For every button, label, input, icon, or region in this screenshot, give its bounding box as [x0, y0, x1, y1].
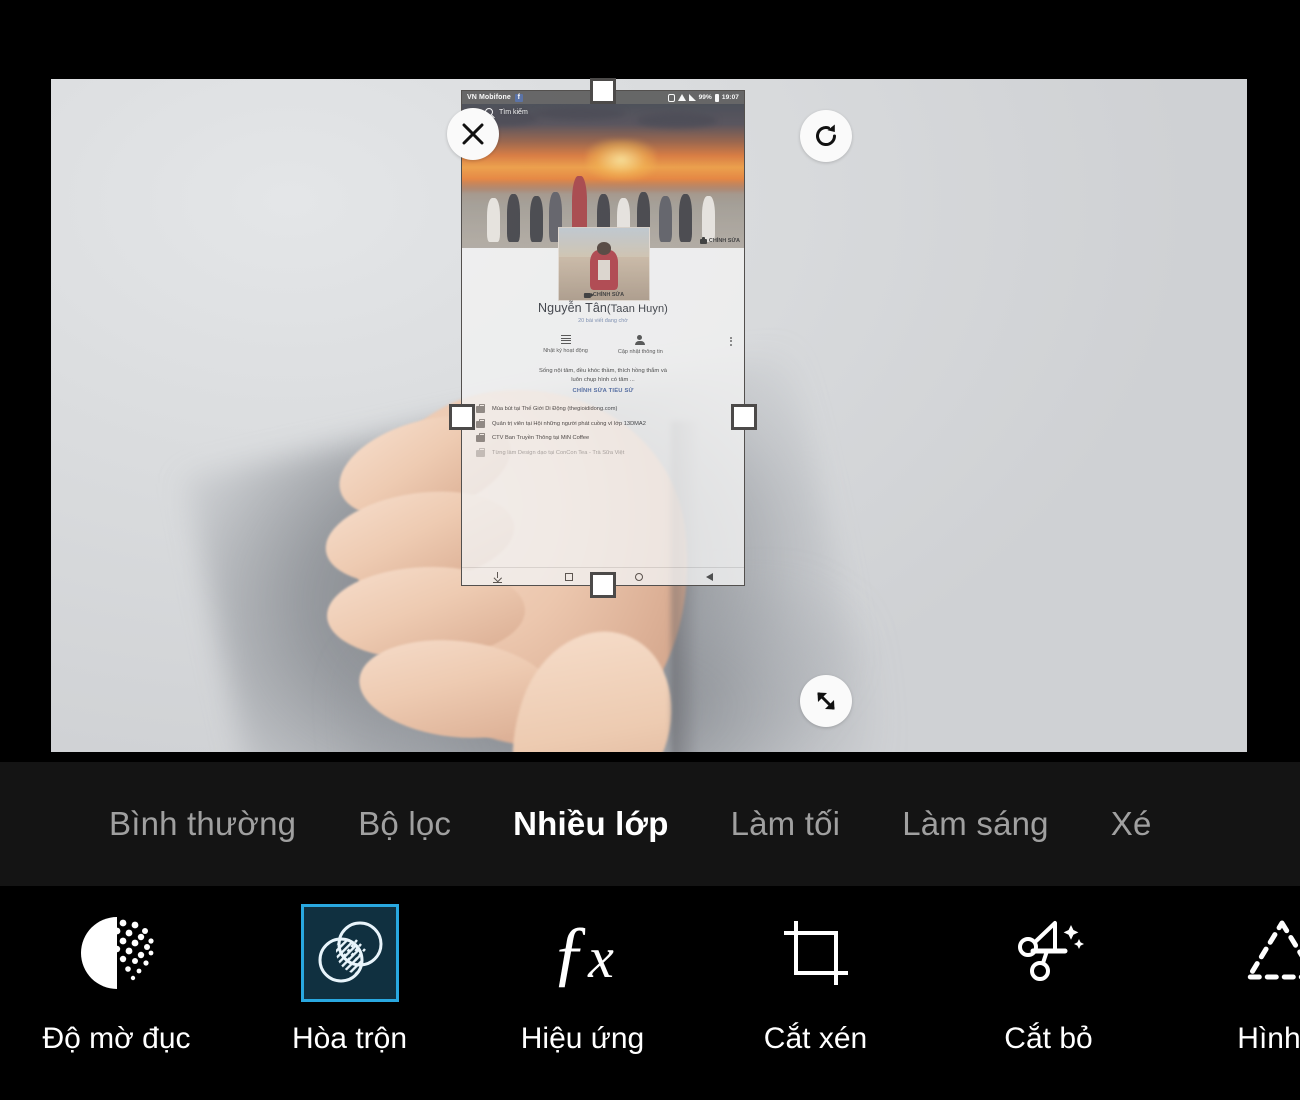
close-icon: [462, 123, 484, 145]
tool-label: Độ mờ đục: [42, 1022, 191, 1055]
battery-percent: 99%: [698, 94, 712, 101]
rotate-icon: [816, 124, 837, 146]
circle-icon[interactable]: [635, 572, 644, 581]
activity-log-button[interactable]: Nhật ký hoạt động: [543, 335, 588, 354]
opacity-dots-icon: [80, 917, 154, 989]
resize-layer-button[interactable]: [800, 675, 852, 727]
briefcase-icon: [476, 403, 485, 413]
tool-label: Cắt xén: [763, 1022, 868, 1055]
profile-name-row: Nguyễn Tân(Taan Huyn): [462, 301, 744, 315]
crop-icon: [783, 921, 848, 985]
tool-label: Hòa trộn: [291, 1022, 408, 1055]
briefcase-icon: [476, 447, 485, 457]
briefcase-icon: [476, 418, 485, 428]
carrier-label: VN Mobifone: [467, 94, 511, 101]
profile-info-list: Múa bút tại Thế Giới Di Động (thegioidid…: [462, 403, 744, 458]
activity-log-icon: [560, 335, 571, 344]
tool-cat-xen[interactable]: Cắt xén: [699, 886, 932, 1056]
tool-hieu-ung[interactable]: ƒx Hiệu ứng: [466, 886, 699, 1056]
close-layer-button[interactable]: [447, 108, 499, 160]
download-icon[interactable]: [493, 572, 503, 583]
profile-name: Nguyễn Tân: [538, 301, 607, 315]
tab-lam-toi[interactable]: Làm tối: [700, 805, 872, 843]
list-item[interactable]: Quản trị viên tại Hội những người phát c…: [476, 418, 730, 429]
square-icon[interactable]: [564, 572, 573, 581]
bio-line-1: Sống nội tâm, đều khóc thầm, thích hồng …: [539, 368, 667, 374]
tool-hinh-dang[interactable]: Hình d: [1165, 886, 1300, 1056]
rotate-layer-button[interactable]: [800, 110, 852, 162]
info-row-text: Múa bút tại Thế Giới Di Động (thegioidid…: [492, 405, 618, 412]
info-row-text: Từng làm Design dạo tại ConCon Tea - Trà…: [492, 449, 625, 456]
editor-tool-bar[interactable]: Độ mờ đục Hòa trộn ƒx Hiệu ứng Cắt xén C…: [0, 886, 1300, 1100]
activity-log-label: Nhật ký hoạt động: [543, 348, 588, 354]
battery-icon: [714, 93, 719, 102]
tool-do-mo-duc[interactable]: Độ mờ đục: [0, 886, 233, 1056]
tool-label: Hiệu ứng: [520, 1022, 645, 1055]
profile-subtitle[interactable]: 20 bài viết đang chờ: [462, 318, 744, 324]
dashed-triangle-icon: [1246, 920, 1300, 980]
list-item[interactable]: Múa bút tại Thế Giới Di Động (thegioidid…: [476, 403, 730, 414]
photo-canvas[interactable]: VN Mobifone f 99% 19:07 CHỈNH SỬA Tìm ki…: [51, 79, 1247, 752]
fx-icon: ƒx: [551, 911, 614, 994]
info-row-text: Quản trị viên tại Hội những người phát c…: [492, 420, 646, 427]
profile-nickname: (Taan Huyn): [606, 303, 668, 315]
signal-icon: [688, 94, 696, 101]
tab-nhieu-lop[interactable]: Nhiều lớp: [482, 805, 699, 843]
blend-mode-tab-strip[interactable]: Bình thường Bộ lọc Nhiều lớp Làm tối Làm…: [0, 762, 1300, 886]
editor-canvas-area: VN Mobifone f 99% 19:07 CHỈNH SỬA Tìm ki…: [0, 0, 1300, 762]
tab-bo-loc[interactable]: Bộ lọc: [327, 805, 482, 843]
android-nav-bar: [462, 567, 744, 585]
back-triangle-icon[interactable]: [705, 572, 713, 581]
info-row-text: CTV Ban Truyền Thông tại MiN Coffee: [492, 435, 590, 442]
bio-line-2: luôn chụp hình có tâm ...: [571, 376, 635, 383]
briefcase-icon: [476, 433, 485, 443]
tool-label: Hình d: [1237, 1022, 1300, 1055]
tool-label: Cắt bỏ: [1004, 1022, 1093, 1055]
update-info-label: Cập nhật thông tin: [617, 349, 663, 355]
scissors-icon: [1017, 921, 1084, 981]
tab-binh-thuong[interactable]: Bình thường: [78, 805, 327, 843]
update-info-button[interactable]: Cập nhật thông tin: [618, 335, 663, 355]
tab-lam-sang[interactable]: Làm sáng: [871, 805, 1080, 843]
pasted-layer[interactable]: VN Mobifone f 99% 19:07 CHỈNH SỬA Tìm ki…: [461, 90, 745, 586]
tool-cat-bo[interactable]: Cắt bỏ: [932, 886, 1165, 1056]
update-info-icon: [634, 335, 646, 345]
more-options-icon[interactable]: [730, 337, 732, 346]
blend-circles-icon: [318, 921, 382, 983]
resize-diagonal-icon: [817, 692, 835, 710]
overlay-status-bar: VN Mobifone f 99% 19:07: [462, 91, 744, 104]
clock-label: 19:07: [721, 94, 739, 101]
overlay-screenshot-content: VN Mobifone f 99% 19:07 CHỈNH SỬA Tìm ki…: [461, 90, 745, 586]
list-item[interactable]: CTV Ban Truyền Thông tại MiN Coffee: [476, 433, 730, 443]
overlay-search-row[interactable]: Tìm kiếm: [462, 104, 744, 120]
profile-actions-row: Nhật ký hoạt động Cập nhật thông tin: [462, 335, 744, 355]
edit-bio-link[interactable]: CHỈNH SỬA TIỂU SỬ: [462, 388, 744, 394]
search-placeholder[interactable]: Tìm kiếm: [499, 109, 528, 116]
profile-bio: Sống nội tâm, đều khóc thầm, thích hồng …: [462, 367, 744, 385]
overlay-profile-body: Nguyễn Tân(Taan Huyn) 20 bài viết đang c…: [462, 235, 744, 567]
tool-hoa-tron[interactable]: Hòa trộn: [233, 886, 466, 1056]
list-item[interactable]: Từng làm Design dạo tại ConCon Tea - Trà…: [476, 447, 730, 458]
tab-xe[interactable]: Xé: [1080, 805, 1183, 843]
facebook-icon: f: [514, 93, 523, 102]
wifi-icon: [677, 94, 686, 101]
vibrate-icon: [667, 93, 675, 102]
